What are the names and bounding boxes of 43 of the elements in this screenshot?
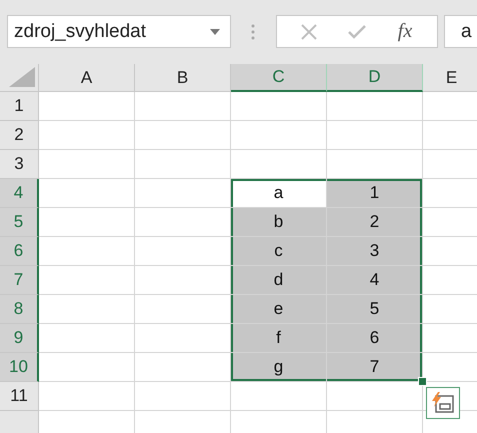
row-header[interactable]: 2: [0, 121, 39, 150]
row-header[interactable]: 9: [0, 324, 39, 353]
insert-function-button[interactable]: fx: [390, 18, 420, 44]
name-box-value: zdroj_svyhledat: [14, 20, 146, 42]
table-cell[interactable]: 1: [327, 179, 423, 208]
row-header[interactable]: 3: [0, 150, 39, 179]
row-header[interactable]: 7: [0, 266, 39, 295]
row-header[interactable]: 1: [0, 92, 39, 121]
table-cell[interactable]: c: [231, 237, 327, 266]
select-all-button[interactable]: [0, 64, 39, 92]
check-icon: [348, 24, 366, 38]
row-header[interactable]: 5: [0, 208, 39, 237]
table-cell[interactable]: 5: [327, 295, 423, 324]
column-header[interactable]: C: [231, 64, 327, 92]
grip-icon: [250, 24, 256, 40]
triangle-icon: [9, 67, 35, 87]
column-header[interactable]: E: [423, 64, 477, 92]
table-cell[interactable]: d: [231, 266, 327, 295]
table-cell[interactable]: 6: [327, 324, 423, 353]
column-header[interactable]: B: [135, 64, 231, 92]
row-header[interactable]: 11: [0, 382, 39, 411]
table-cell[interactable]: b: [231, 208, 327, 237]
close-icon: [301, 24, 317, 40]
table-cell[interactable]: 2: [327, 208, 423, 237]
table-cell[interactable]: a: [231, 179, 327, 208]
row-header[interactable]: [0, 411, 39, 433]
fill-handle[interactable]: [418, 377, 427, 386]
column-header[interactable]: D: [327, 64, 423, 92]
column-header[interactable]: A: [39, 64, 135, 92]
quick-analysis-icon: [431, 392, 455, 414]
formula-field[interactable]: a: [444, 15, 477, 48]
table-cell[interactable]: g: [231, 353, 327, 382]
caret-icon[interactable]: [210, 28, 220, 34]
table-cell[interactable]: 3: [327, 237, 423, 266]
row-header[interactable]: 6: [0, 237, 39, 266]
quick-analysis-button[interactable]: [426, 387, 460, 419]
table-cell[interactable]: e: [231, 295, 327, 324]
row-header[interactable]: 8: [0, 295, 39, 324]
row-header[interactable]: 10: [0, 353, 39, 382]
table-cell[interactable]: f: [231, 324, 327, 353]
table-cell[interactable]: 4: [327, 266, 423, 295]
name-box[interactable]: zdroj_svyhledat: [7, 15, 231, 48]
row-header[interactable]: 4: [0, 179, 39, 208]
